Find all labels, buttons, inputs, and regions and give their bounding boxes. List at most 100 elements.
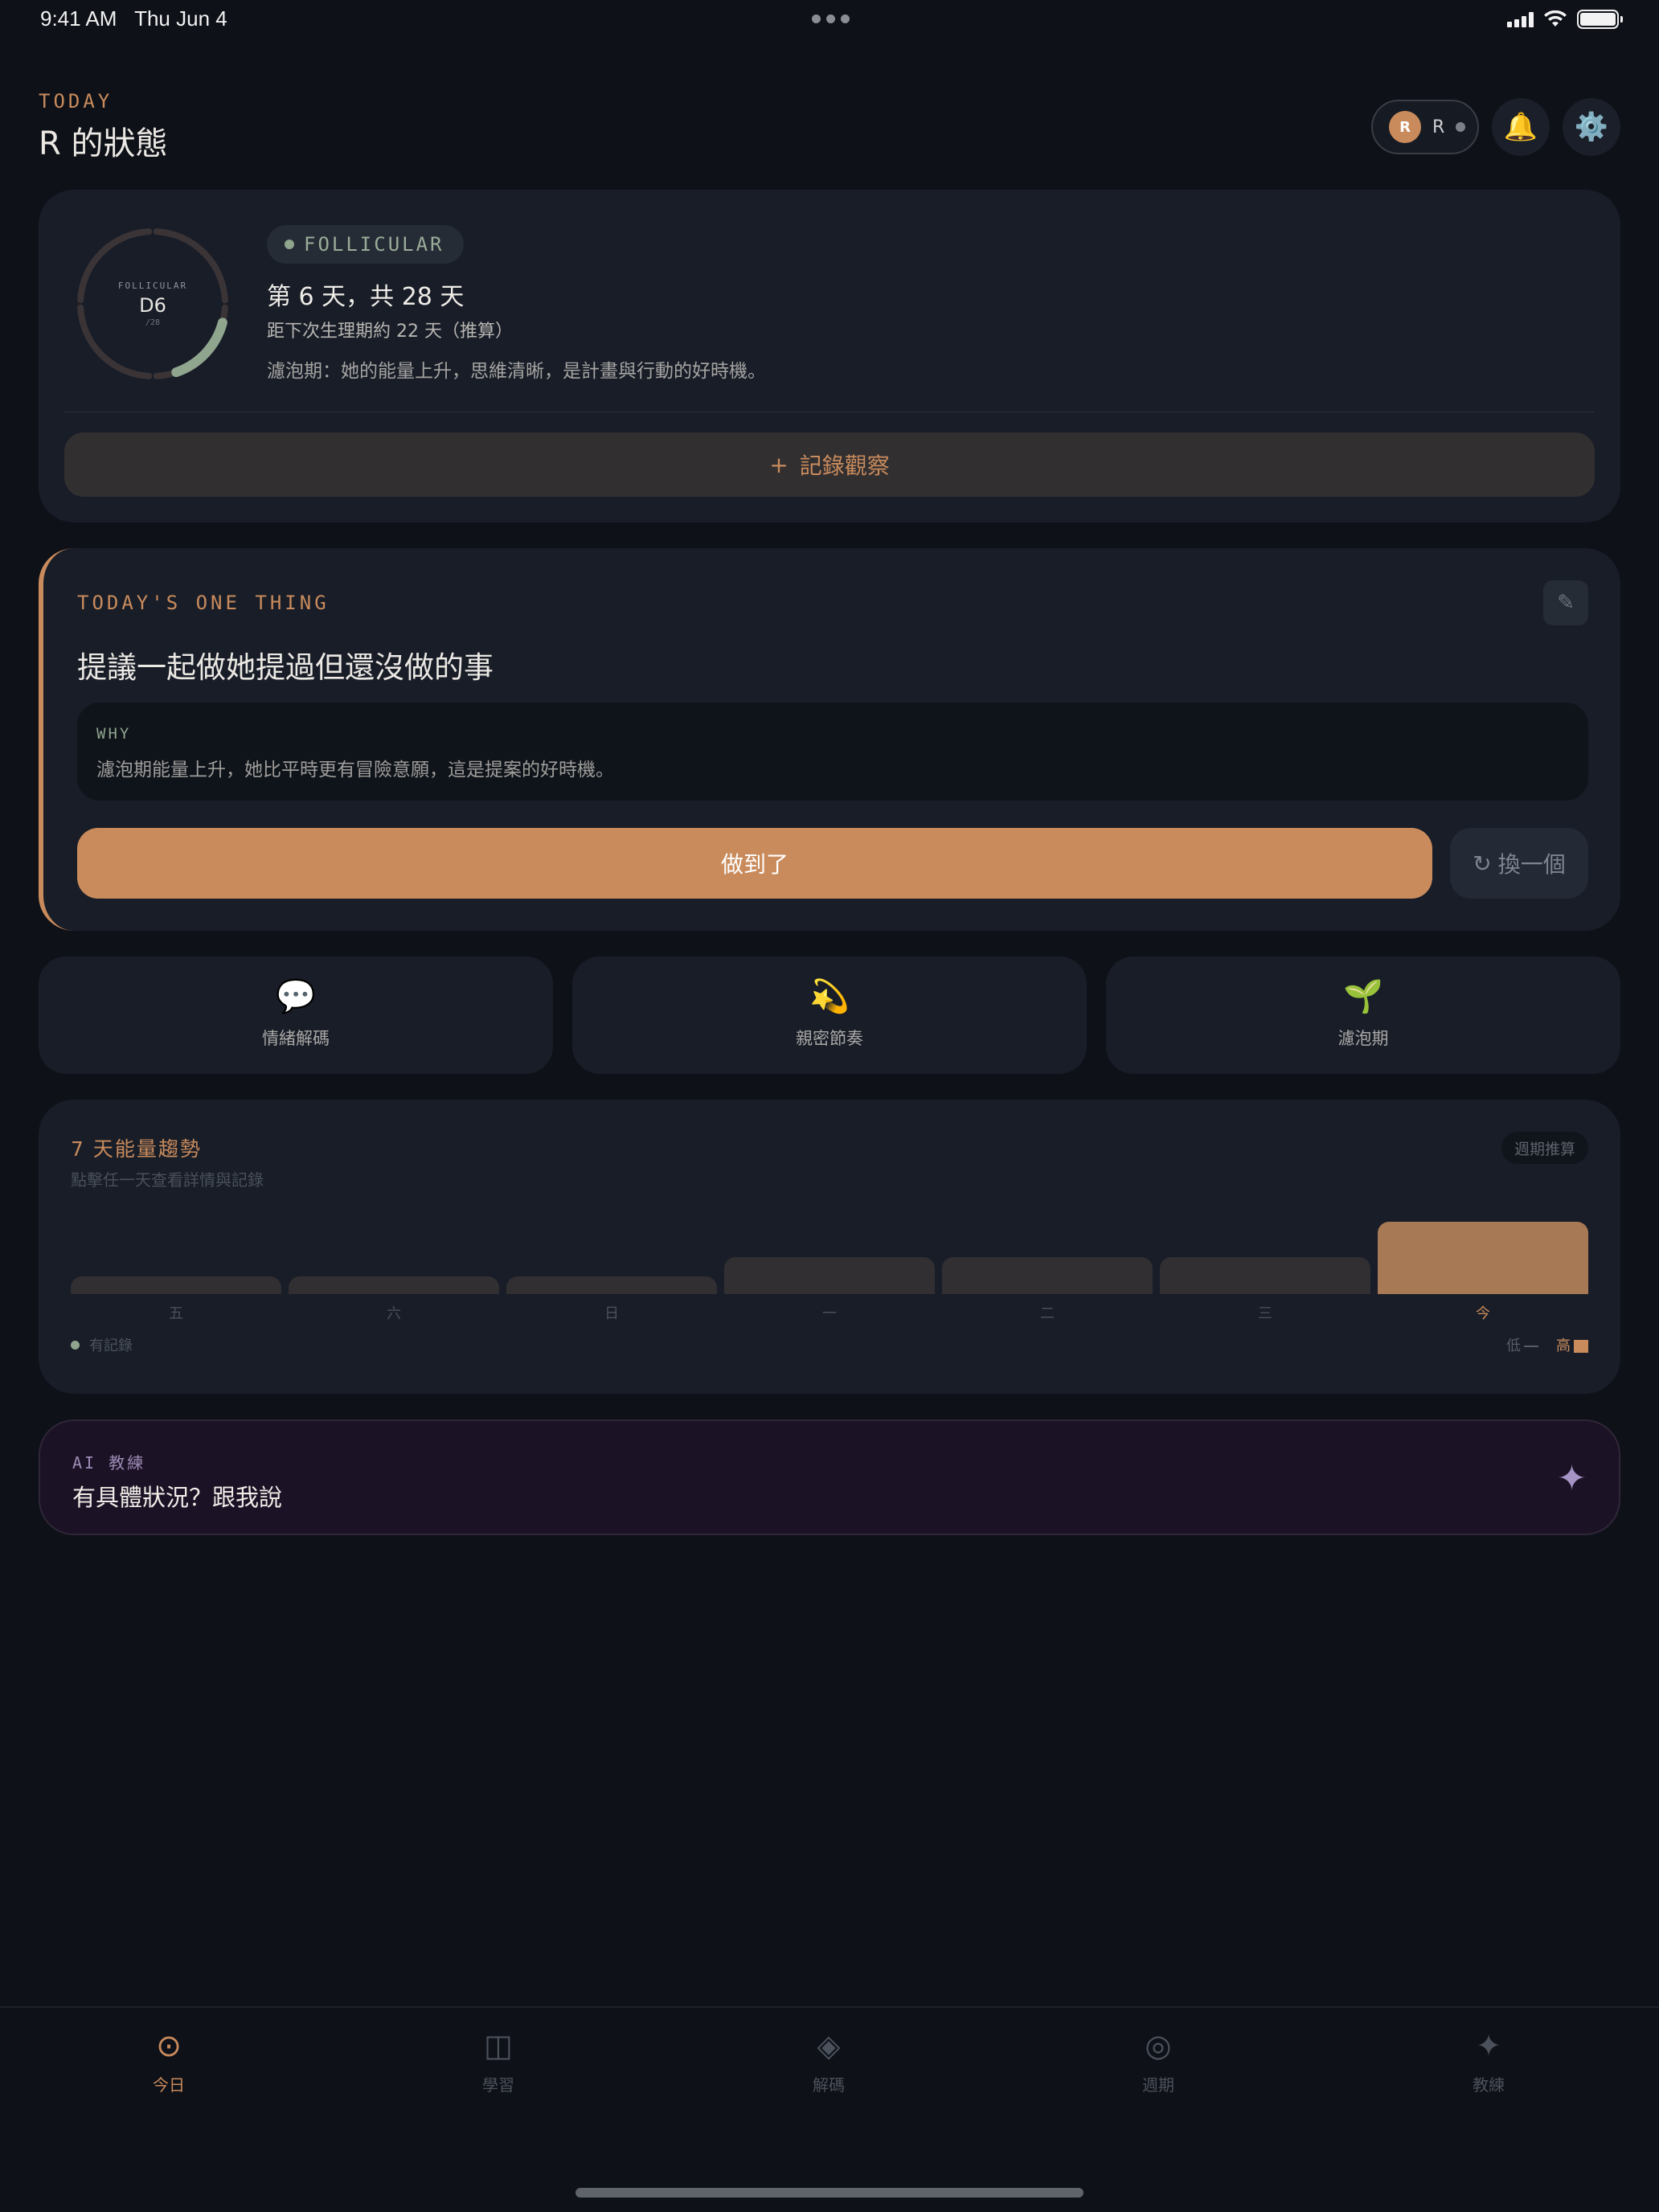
ai-coach-eyebrow: AI 教練 xyxy=(72,1453,146,1473)
tab-decode[interactable]: ◈ 解碼 xyxy=(748,2027,909,2095)
legend-high-label: 高 xyxy=(1556,1337,1571,1354)
tab-learn[interactable]: ◫ 學習 xyxy=(418,2027,579,2095)
energy-day-label: 五 xyxy=(169,1305,183,1322)
legend-high: 高 xyxy=(1556,1334,1588,1355)
book-icon: ◫ xyxy=(484,2028,513,2063)
cycle-day-line: 第 6 天，共 28 天 xyxy=(267,283,465,311)
energy-bar-1[interactable] xyxy=(71,1276,281,1294)
tile-intimacy-rhythm[interactable]: 💫 親密節奏 xyxy=(572,956,1087,1074)
pencil-icon: ✎ xyxy=(1557,591,1575,615)
status-time: 9:41 AM Thu Jun 4 xyxy=(40,6,227,31)
energy-bar-6[interactable] xyxy=(1160,1257,1370,1294)
page-title: R 的狀態 xyxy=(39,125,168,162)
log-observation-label: 記錄觀察 xyxy=(799,453,890,479)
seedling-icon: 🌱 xyxy=(1343,978,1383,1015)
tile-label: 親密節奏 xyxy=(796,1029,863,1048)
status-bar: 9:41 AM Thu Jun 4 xyxy=(0,0,1659,39)
phase-dot-icon xyxy=(285,240,294,249)
tab-label: 週期 xyxy=(1142,2075,1174,2095)
settings-button[interactable]: ⚙️ xyxy=(1563,98,1620,156)
phase-badge-label: FOLLICULAR xyxy=(304,233,444,256)
one-thing-eyebrow: TODAY'S ONE THING xyxy=(77,592,330,614)
status-dot-icon xyxy=(1456,122,1466,132)
speech-bubble-icon: 💬 xyxy=(276,978,316,1015)
ring-label: FOLLICULAR D6 /28 xyxy=(72,223,233,384)
battery-icon xyxy=(1577,10,1623,29)
one-thing-title: 提議一起做她提過但還沒做的事 xyxy=(77,650,494,685)
energy-day-label: 二 xyxy=(1040,1305,1055,1322)
gear-icon: ⚙️ xyxy=(1574,111,1609,143)
legend-recorded: 有記錄 xyxy=(71,1334,133,1355)
tab-cycle[interactable]: ◎ 週期 xyxy=(1078,2027,1239,2095)
profile-name: R xyxy=(1432,117,1445,137)
why-label: WHY xyxy=(96,725,132,743)
dizzy-star-icon: 💫 xyxy=(809,978,850,1015)
energy-bar-3[interactable] xyxy=(506,1276,717,1294)
high-swatch xyxy=(1574,1340,1588,1353)
bell-icon: 🔔 xyxy=(1503,111,1538,143)
legend-recorded-label: 有記錄 xyxy=(89,1337,133,1354)
tab-bar: ⊙ 今日 ◫ 學習 ◈ 解碼 ◎ 週期 ✦ 教練 xyxy=(0,2006,1659,2212)
energy-bar-7[interactable] xyxy=(1378,1222,1588,1294)
status-indicators xyxy=(1507,10,1623,29)
edit-button[interactable]: ✎ xyxy=(1543,580,1588,625)
tile-follicular-phase[interactable]: 🌱 濾泡期 xyxy=(1106,956,1620,1074)
tile-label: 濾泡期 xyxy=(1337,1029,1389,1048)
tab-label: 今日 xyxy=(153,2075,185,2095)
energy-subtitle: 點擊任一天查看詳情與記錄 xyxy=(71,1170,264,1190)
one-thing-card: TODAY'S ONE THING ✎ 提議一起做她提過但還沒做的事 WHY 濾… xyxy=(39,548,1620,931)
multitask-dots-icon[interactable] xyxy=(812,14,850,23)
tile-emotion-decode[interactable]: 💬 情緒解碼 xyxy=(39,956,553,1074)
status-date: Thu Jun 4 xyxy=(134,6,227,31)
why-box: WHY 濾泡期能量上升，她比平時更有冒險意願，這是提案的好時機。 xyxy=(77,703,1588,801)
avatar: R xyxy=(1389,111,1421,143)
ring-day: D6 xyxy=(139,294,166,317)
diamond-icon: ◈ xyxy=(817,2028,841,2063)
legend-low-label: 低 xyxy=(1506,1337,1521,1354)
energy-day-label: 三 xyxy=(1258,1305,1272,1322)
notifications-button[interactable]: 🔔 xyxy=(1492,98,1550,156)
energy-bar-4[interactable] xyxy=(724,1257,935,1294)
home-indicator[interactable] xyxy=(576,2188,1083,2198)
tab-label: 教練 xyxy=(1473,2075,1505,2095)
recorded-dot-icon xyxy=(71,1340,80,1350)
plus-icon: + xyxy=(769,451,789,478)
cellular-signal-icon xyxy=(1507,11,1534,27)
energy-title: 7 天能量趨勢 xyxy=(71,1137,202,1161)
legend-scale: 低 高 xyxy=(1506,1334,1588,1355)
swap-label: 換一個 xyxy=(1497,851,1566,878)
ai-coach-prompt: 有具體狀況？跟我說 xyxy=(72,1484,283,1511)
sparkle-icon: ✦ xyxy=(1476,2028,1501,2063)
energy-day-label: 一 xyxy=(822,1305,837,1322)
tab-label: 解碼 xyxy=(813,2075,845,2095)
status-clock: 9:41 AM xyxy=(40,6,117,31)
ai-coach-card[interactable]: AI 教練 有具體狀況？跟我說 ✦ xyxy=(39,1419,1620,1535)
tab-today[interactable]: ⊙ 今日 xyxy=(88,2027,249,2095)
swap-button[interactable]: ↻ 換一個 xyxy=(1450,828,1588,899)
refresh-icon: ↻ xyxy=(1473,850,1492,877)
cycle-card: FOLLICULAR D6 /28 FOLLICULAR 第 6 天，共 28 … xyxy=(39,190,1620,522)
done-button[interactable]: 做到了 xyxy=(77,828,1432,899)
energy-day-label: 六 xyxy=(387,1305,401,1322)
tile-label: 情緒解碼 xyxy=(262,1029,330,1048)
today-icon: ⊙ xyxy=(156,2028,182,2063)
energy-bar-2[interactable] xyxy=(289,1276,499,1294)
legend-low: 低 xyxy=(1506,1334,1538,1355)
low-swatch xyxy=(1524,1346,1538,1347)
header-actions: R R 🔔 ⚙️ xyxy=(1371,98,1620,156)
sparkle-icon: ✦ xyxy=(1557,1458,1587,1499)
energy-bars xyxy=(71,1220,1588,1294)
ring-total: /28 xyxy=(145,318,161,327)
header-eyebrow: TODAY xyxy=(39,90,113,113)
energy-bar-5[interactable] xyxy=(942,1257,1153,1294)
tab-coach[interactable]: ✦ 教練 xyxy=(1408,2027,1569,2095)
cycle-estimate-badge: 週期推算 xyxy=(1501,1132,1588,1164)
energy-day-label: 日 xyxy=(604,1305,619,1322)
tab-label: 學習 xyxy=(482,2075,514,2095)
energy-day-label: 今 xyxy=(1476,1305,1490,1322)
log-observation-button[interactable]: + 記錄觀察 xyxy=(64,432,1595,497)
why-text: 濾泡期能量上升，她比平時更有冒險意願，這是提案的好時機。 xyxy=(96,760,614,780)
next-period-line: 距下次生理期約 22 天（推算） xyxy=(267,322,513,342)
profile-switcher[interactable]: R R xyxy=(1371,100,1479,154)
phase-description: 濾泡期：她的能量上升，思維清晰，是計畫與行動的好時機。 xyxy=(267,361,766,382)
